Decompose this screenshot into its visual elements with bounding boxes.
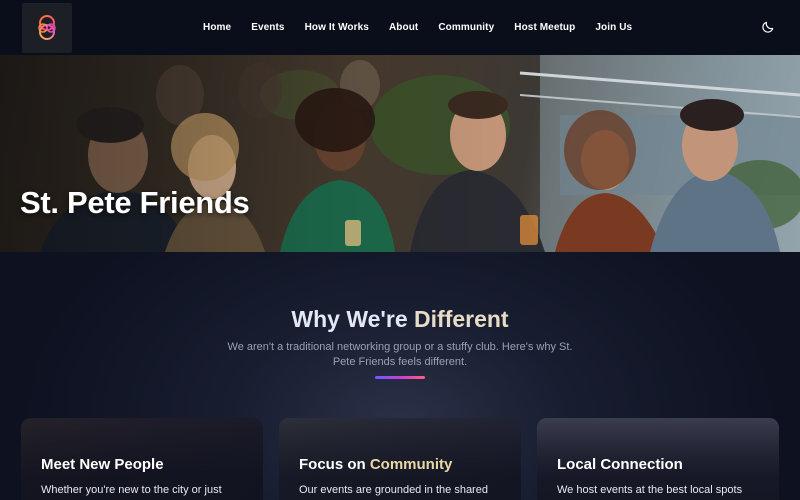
section-subtitle: We aren't a traditional networking group… xyxy=(227,341,573,368)
nav-link-how-it-works[interactable]: How It Works xyxy=(305,22,369,33)
section-title-part2: Different xyxy=(414,306,509,332)
card-title-text: Meet New People xyxy=(41,456,164,473)
card-title: Meet New People xyxy=(41,456,164,473)
section-title: Why We're Different xyxy=(0,306,800,333)
nav-link-events[interactable]: Events xyxy=(251,22,284,33)
card-text: Our events are grounded in the shared xyxy=(299,484,488,496)
nav-link-community[interactable]: Community xyxy=(438,22,494,33)
card-title-highlight: Community xyxy=(369,456,453,473)
nav-link-home[interactable]: Home xyxy=(203,22,231,33)
nav-link-join-us[interactable]: Join Us xyxy=(595,22,632,33)
interlocking-rings-logo-icon xyxy=(38,15,56,40)
card-title-text: Local Connection xyxy=(557,456,683,473)
hero-overlay xyxy=(0,55,800,252)
section-title-part1: Why We're xyxy=(291,306,415,332)
feature-card-focus-on-community[interactable]: Focus on Community Our events are ground… xyxy=(279,418,521,500)
hero-title: St. Pete Friends xyxy=(20,185,250,220)
nav-links: Home Events How It Works About Community… xyxy=(203,0,652,55)
logo[interactable] xyxy=(22,3,72,53)
theme-toggle-button[interactable] xyxy=(758,17,778,37)
card-text: Whether you're new to the city or just xyxy=(41,484,222,496)
feature-card-meet-new-people[interactable]: Meet New People Whether you're new to th… xyxy=(21,418,263,500)
top-navigation: Home Events How It Works About Community… xyxy=(0,0,800,55)
card-title: Local Connection xyxy=(557,456,683,473)
moon-icon xyxy=(762,21,774,33)
card-title: Focus on Community xyxy=(299,456,452,473)
nav-link-about[interactable]: About xyxy=(389,22,418,33)
hero-banner: St. Pete Friends xyxy=(0,55,800,252)
accent-divider xyxy=(375,376,425,379)
card-title-text: Focus on xyxy=(299,456,370,473)
card-text: We host events at the best local spots xyxy=(557,484,743,496)
feature-card-local-connection[interactable]: Local Connection We host events at the b… xyxy=(537,418,779,500)
nav-link-host-meetup[interactable]: Host Meetup xyxy=(514,22,575,33)
